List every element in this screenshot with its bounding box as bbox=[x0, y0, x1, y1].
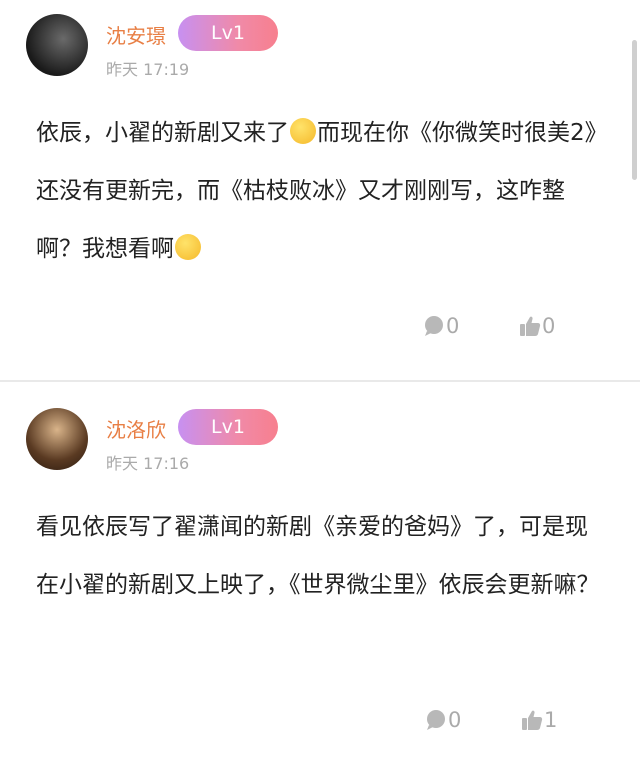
username[interactable]: 沈安璟 bbox=[106, 20, 166, 49]
avatar[interactable] bbox=[26, 408, 88, 470]
comment-bubble-icon bbox=[427, 710, 445, 730]
like-count: 1 bbox=[544, 708, 558, 732]
like-button[interactable]: 1 bbox=[520, 708, 557, 732]
bandaged-face-emoji-icon bbox=[175, 234, 201, 260]
comment-item: 沈安璟 Lv1 昨天 17:19 依辰，小翟的新剧又来了 而现在你《你微笑时很美2… bbox=[0, 0, 640, 380]
like-count: 0 bbox=[542, 314, 556, 338]
comment-bubble-icon bbox=[425, 316, 443, 336]
username[interactable]: 沈洛欣 bbox=[106, 414, 166, 443]
timestamp: 昨天 17:19 bbox=[106, 60, 190, 79]
thumbs-up-icon bbox=[522, 710, 543, 730]
reply-button[interactable]: 0 bbox=[424, 708, 461, 732]
timestamp: 昨天 17:16 bbox=[106, 454, 190, 473]
comment-text: 看见依辰写了翟潇闻的新剧《亲爱的爸妈》了，可是现在小翟的新剧又上映了，《世界微尘… bbox=[36, 514, 600, 598]
level-badge: Lv1 bbox=[178, 409, 278, 445]
comment-text-part: 依辰，小翟的新剧又来了 bbox=[36, 120, 289, 146]
reply-button[interactable]: 0 bbox=[422, 314, 459, 338]
reply-count: 0 bbox=[446, 314, 460, 338]
scrollbar[interactable] bbox=[632, 40, 637, 180]
reply-count: 0 bbox=[448, 708, 462, 732]
smirk-emoji-icon bbox=[290, 118, 316, 144]
level-badge: Lv1 bbox=[178, 15, 278, 51]
avatar[interactable] bbox=[26, 14, 88, 76]
comment-text: 依辰，小翟的新剧又来了 而现在你《你微笑时很美2》还没有更新完，而《枯枝败冰》又才… bbox=[36, 104, 606, 278]
like-button[interactable]: 0 bbox=[518, 314, 555, 338]
thumbs-up-icon bbox=[520, 316, 541, 336]
